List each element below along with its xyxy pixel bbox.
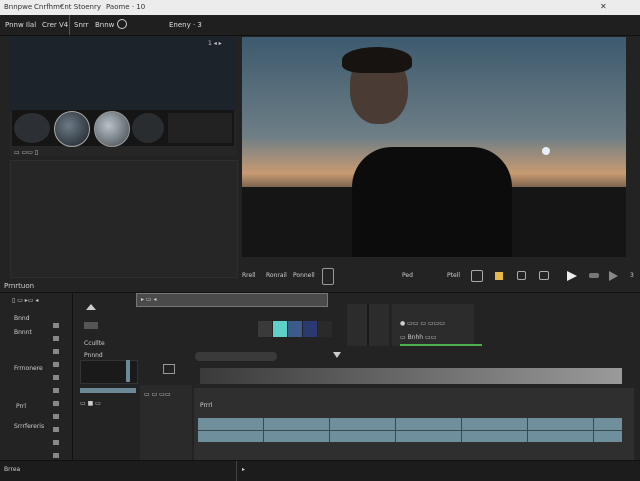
snap-icon[interactable] xyxy=(163,364,175,374)
window-title-mid: Cnrfhm€nt Stoenry xyxy=(34,3,102,11)
menu-center-label: Eneny · 3 xyxy=(169,21,202,29)
inspector-item[interactable]: Srrrfereris xyxy=(14,423,44,430)
inspector-item[interactable]: Prrl xyxy=(16,403,26,410)
menu-item-edit[interactable]: Snrr xyxy=(74,21,89,29)
inspector-item[interactable]: Bnnd xyxy=(14,315,30,322)
track-header: ▭ ▭ ▭▭ xyxy=(140,385,192,460)
clip-icon[interactable] xyxy=(539,271,549,280)
status-right: ▸ xyxy=(242,466,246,473)
viewer-control-1[interactable]: Rrell xyxy=(242,272,256,279)
timeline-scrubber[interactable] xyxy=(200,368,622,384)
source-panel: 1 ◂ ▸ ▭ ▭▭ ▯ xyxy=(10,36,236,156)
clip-label: ● ▭▭ ▭ ▭▭▭ xyxy=(400,320,445,327)
source-preview xyxy=(10,36,236,112)
marker-icon[interactable] xyxy=(495,272,503,280)
track-sub-label: ▭ ▭ ▭▭ xyxy=(144,391,171,398)
window-title-right: Paome · 10 xyxy=(106,3,146,11)
section-title: Prnrtuon xyxy=(4,282,35,290)
effects-label-2: Pnnnd xyxy=(84,352,103,359)
person-silhouette xyxy=(352,147,512,257)
zoom-slider[interactable] xyxy=(195,352,277,361)
color-swatch[interactable] xyxy=(258,321,272,337)
effects-label-1: Ccullte xyxy=(84,340,105,347)
grid-panel[interactable] xyxy=(347,304,389,346)
timeline-ruler[interactable]: ▸ ▭ ◂ xyxy=(136,293,328,307)
status-left: Brrea xyxy=(4,466,21,473)
loop-icon[interactable] xyxy=(517,271,526,280)
window-title-left: Bnnpwe xyxy=(4,3,33,11)
viewer-right-label: Ped xyxy=(402,272,413,279)
color-swatch[interactable] xyxy=(303,321,317,337)
thumbnail[interactable] xyxy=(168,113,232,143)
viewer-control-3[interactable]: Ponnell xyxy=(293,272,315,279)
progress-bar xyxy=(400,344,482,346)
source-info-area xyxy=(10,160,238,278)
menu-bar: Pnnw Ilal Crer V4 Snrr Bnnw Eneny · 3 xyxy=(0,15,640,36)
viewer-page-num: 3 xyxy=(630,272,634,279)
color-swatch[interactable] xyxy=(318,321,332,337)
menu-item-file[interactable]: Pnnw Ilal xyxy=(5,21,36,29)
menu-item-view[interactable]: Crer V4 xyxy=(42,21,68,29)
title-bar: Bnnpwe Cnrfhm€nt Stoenry Paome · 10 ✕ xyxy=(0,0,640,15)
color-swatch[interactable] xyxy=(288,321,302,337)
inspector-item[interactable]: Frrnonere xyxy=(14,365,43,372)
light-bokeh xyxy=(542,147,550,155)
thumbnail[interactable] xyxy=(132,113,164,143)
color-swatch-row xyxy=(258,321,338,339)
viewer-controls: Rrell Ronrail Ponnell Ped Ptell 3 xyxy=(242,262,634,286)
frame-icon[interactable] xyxy=(322,268,334,285)
effects-panel: Ccullte Pnnnd ▭ ■ ▭ xyxy=(78,300,138,460)
collapse-icon[interactable] xyxy=(86,304,96,310)
viewer-timecode-label: Ptell xyxy=(447,272,460,279)
person-hair xyxy=(342,47,412,73)
program-viewer[interactable] xyxy=(242,37,626,257)
record-icon[interactable] xyxy=(117,19,127,29)
viewer-control-2[interactable]: Ronrail xyxy=(266,272,287,279)
status-bar: Brrea ▸ xyxy=(0,460,640,481)
color-swatch[interactable] xyxy=(273,321,287,337)
effects-chip[interactable]: ▭ ■ ▭ xyxy=(80,400,101,407)
inspector-item[interactable]: Bnnnt xyxy=(14,329,32,336)
thumbnail[interactable] xyxy=(14,113,50,143)
play-icon[interactable] xyxy=(567,271,577,281)
track-label: Prrrl xyxy=(200,402,213,409)
volume-icon[interactable] xyxy=(589,273,599,278)
timeline-header-label: ▸ ▭ ◂ xyxy=(141,296,157,303)
next-frame-icon[interactable] xyxy=(609,271,618,281)
source-corner-label[interactable]: 1 ◂ ▸ xyxy=(208,40,222,47)
inspector-header-icon[interactable]: ▯ ▭ ▸▭ ◂ xyxy=(12,297,38,304)
right-label: ▭ Bnhh ▭▭ xyxy=(400,334,437,341)
stop-icon[interactable] xyxy=(471,270,483,282)
inspector-panel: ▯ ▭ ▸▭ ◂ Bnnd Bnnnt Frrnonere Prrl Srrrf… xyxy=(0,293,73,473)
source-footer-label: ▭ ▭▭ ▯ xyxy=(14,149,39,156)
thumbnail[interactable] xyxy=(94,111,130,147)
close-icon[interactable]: ✕ xyxy=(600,2,607,11)
thumbnail[interactable] xyxy=(54,111,90,147)
thumbnail-strip xyxy=(12,110,234,147)
clip-detail-panel: ● ▭▭ ▭ ▭▭▭ ▭ Bnhh ▭▭ xyxy=(392,304,482,346)
inspector-toggles[interactable] xyxy=(53,323,59,473)
track-area: Prrrl xyxy=(194,388,634,460)
dropdown-icon[interactable] xyxy=(333,352,341,358)
menu-item-tools[interactable]: Bnnw xyxy=(95,21,114,29)
